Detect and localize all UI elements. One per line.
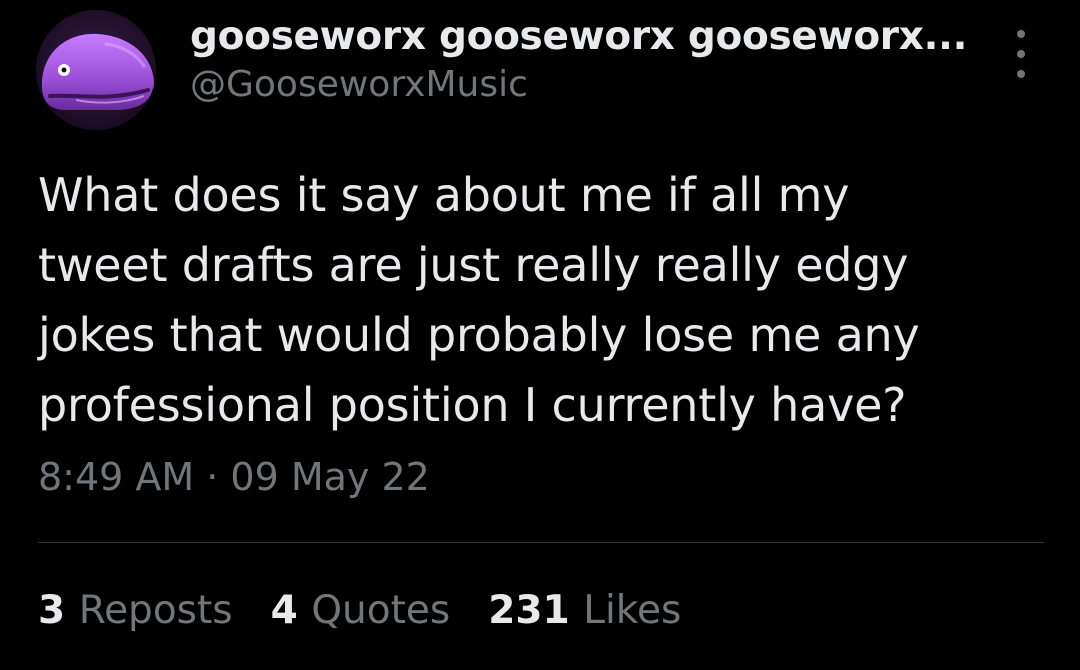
likes-count: 231 [488, 588, 584, 633]
tweet-text-line: professional position I currently have? [38, 378, 907, 432]
user-handle[interactable]: @GooseworxMusic [190, 64, 528, 105]
display-name[interactable]: gooseworx gooseworx gooseworx... [190, 14, 967, 59]
likes-label: Likes [583, 588, 682, 633]
reposts-count: 3 [38, 588, 79, 633]
purple-whale-avatar-icon [36, 10, 156, 130]
tweet-timestamp[interactable]: 8:49 AM · 09 May 22 [38, 455, 430, 499]
more-vertical-icon [1017, 30, 1025, 38]
reposts-stat[interactable]: 3 Reposts [38, 588, 233, 633]
more-options-button[interactable] [1006, 30, 1036, 78]
tweet-text-line: jokes that would probably lose me any [38, 308, 920, 362]
quotes-label: Quotes [311, 588, 451, 633]
engagement-stats: 3 Reposts 4 Quotes 231 Likes [38, 588, 681, 633]
quotes-count: 4 [270, 588, 312, 633]
tweet-text: What does it say about me if all my twee… [38, 160, 1048, 440]
avatar[interactable] [36, 10, 156, 130]
tweet-card: gooseworx gooseworx gooseworx... @Goosew… [0, 0, 1080, 670]
reposts-label: Reposts [78, 588, 233, 633]
divider [38, 542, 1044, 543]
likes-stat[interactable]: 231 Likes [488, 588, 681, 633]
tweet-text-line: What does it say about me if all my [38, 168, 850, 222]
more-vertical-icon [1017, 70, 1025, 78]
tweet-text-line: tweet drafts are just really really edgy [38, 238, 909, 292]
quotes-stat[interactable]: 4 Quotes [271, 588, 451, 633]
more-vertical-icon [1017, 50, 1025, 58]
